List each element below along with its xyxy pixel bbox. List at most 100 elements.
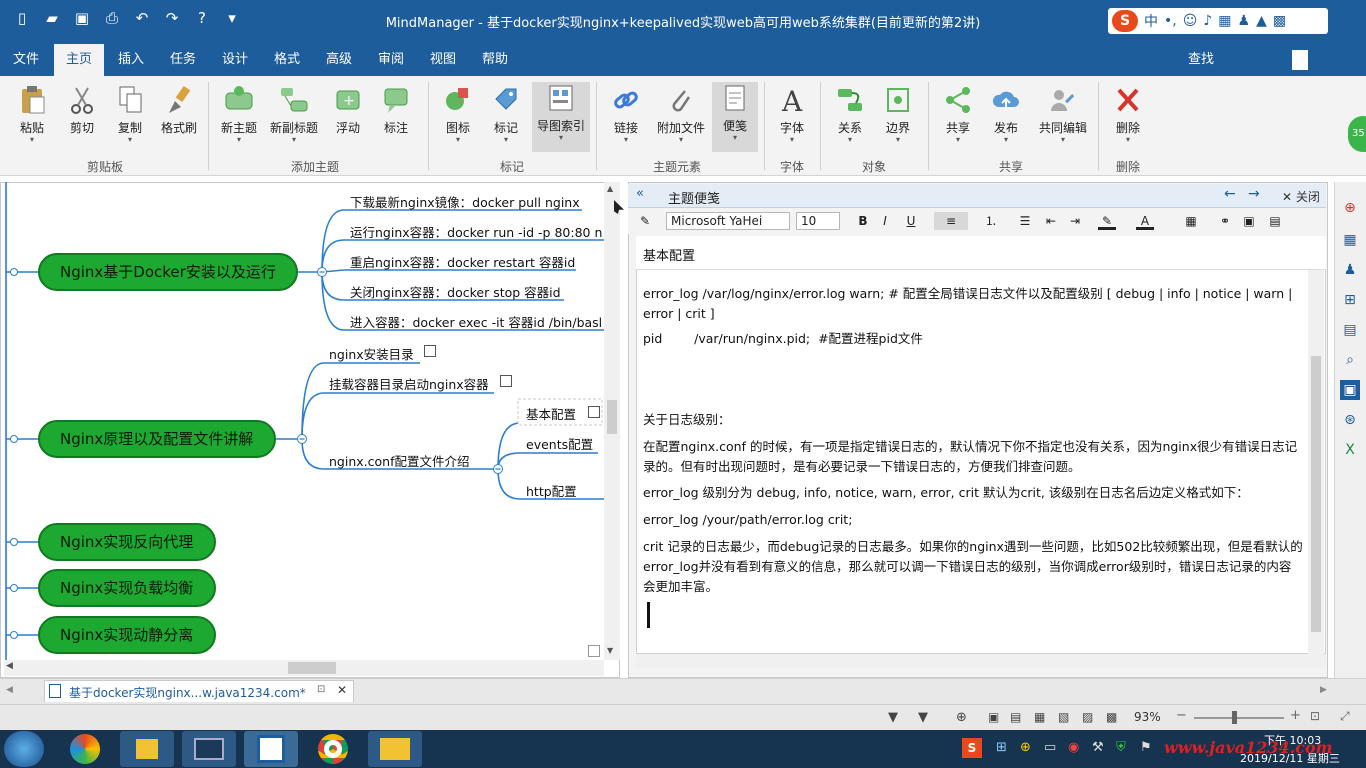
format-painter-button[interactable]: 格式刷 bbox=[156, 84, 202, 144]
table-icon[interactable]: ▦ bbox=[1182, 212, 1200, 230]
copy-button[interactable]: 复制 ▾ bbox=[108, 84, 152, 144]
link-button[interactable]: 链接 ▾ bbox=[604, 84, 648, 144]
search-icon[interactable]: ⌕ bbox=[1340, 350, 1360, 370]
start-button[interactable] bbox=[4, 731, 44, 767]
tray-sogou-icon[interactable]: S bbox=[962, 738, 982, 758]
note-indicator-icon[interactable] bbox=[424, 345, 436, 357]
fit-map-icon[interactable]: ⊡ bbox=[1310, 709, 1320, 723]
attach-file-button[interactable]: 附加文件 ▾ bbox=[652, 84, 710, 144]
floating-topic-button[interactable]: + 浮动 bbox=[328, 84, 368, 144]
subtopic-docker-pull[interactable]: 下载最新nginx镜像：docker pull nginx bbox=[350, 192, 580, 211]
tray-plus-icon[interactable]: ⊕ bbox=[1020, 740, 1031, 755]
topic-load-balance[interactable]: Nginx实现负载均衡 bbox=[38, 569, 216, 607]
ime-toolbar[interactable]: S 中 •, ☺ ♪ ▦ ♟ ▲ ▩ bbox=[1108, 8, 1328, 34]
align-left-icon[interactable]: ≡ bbox=[934, 212, 968, 230]
tab-help[interactable]: 帮助 bbox=[470, 44, 520, 76]
insert-object-icon[interactable]: ▤ bbox=[1266, 212, 1284, 230]
taskbar-app-2[interactable] bbox=[120, 731, 174, 767]
taskbar-chrome[interactable] bbox=[306, 731, 360, 767]
scroll-left-icon[interactable]: ◀ bbox=[6, 661, 13, 671]
taskbar-app-1[interactable] bbox=[58, 731, 112, 767]
boundary-button[interactable]: 边界 ▾ bbox=[876, 84, 920, 144]
font-size-select[interactable]: 10 bbox=[796, 212, 840, 230]
close-notes-button[interactable]: ✕ 关闭 bbox=[1282, 188, 1320, 205]
view-schedule-icon[interactable]: ▦ bbox=[1034, 710, 1045, 724]
library-icon[interactable]: ⊕ bbox=[1340, 198, 1360, 218]
close-tab-icon[interactable]: ✕ bbox=[337, 683, 347, 697]
paste-button[interactable]: 粘贴 ▾ bbox=[10, 84, 54, 144]
view-link-icon[interactable]: ▩ bbox=[1106, 710, 1117, 724]
scroll-thumb[interactable] bbox=[288, 662, 336, 674]
scroll-thumb[interactable] bbox=[607, 400, 617, 434]
new-subtopic-button[interactable]: 新副标题 ▾ bbox=[266, 84, 322, 144]
tab-file[interactable]: 文件 bbox=[0, 44, 52, 76]
highlight-color-icon[interactable]: ✎ bbox=[1098, 212, 1116, 230]
tab-task[interactable]: 任务 bbox=[158, 44, 208, 76]
search-dropdown[interactable] bbox=[1292, 50, 1308, 70]
floating-badge[interactable]: 35 bbox=[1348, 116, 1366, 152]
subtopic-events-config[interactable]: events配置 bbox=[526, 434, 593, 453]
note-indicator-icon[interactable] bbox=[588, 406, 600, 418]
tray-display-icon[interactable]: ▭ bbox=[1044, 740, 1056, 755]
tab-insert[interactable]: 插入 bbox=[106, 44, 156, 76]
user-icon[interactable]: ♟ bbox=[1238, 13, 1251, 29]
zoom-in-icon[interactable]: + bbox=[1290, 708, 1301, 723]
tab-format[interactable]: 格式 bbox=[262, 44, 312, 76]
collapse-panel-icon[interactable]: « bbox=[636, 186, 644, 201]
topic-static-dynamic[interactable]: Nginx实现动静分离 bbox=[38, 616, 216, 654]
tab-pin-icon[interactable]: ⊡ bbox=[317, 684, 325, 695]
map-index-button[interactable]: 导图索引 ▾ bbox=[532, 82, 590, 152]
previous-note-icon[interactable]: ← bbox=[1224, 186, 1236, 202]
publish-button[interactable]: 发布 ▾ bbox=[984, 84, 1028, 144]
map-horizontal-scrollbar[interactable]: ◀ bbox=[4, 660, 604, 676]
skin-icon[interactable]: ▲ bbox=[1256, 13, 1267, 29]
delete-button[interactable]: 删除 ▾ bbox=[1106, 84, 1150, 144]
taskbar-mindmanager[interactable] bbox=[244, 731, 298, 767]
next-note-icon[interactable]: → bbox=[1248, 186, 1260, 202]
callout-button[interactable]: 标注 bbox=[376, 84, 416, 144]
view-tag-icon[interactable]: ▨ bbox=[1082, 710, 1093, 724]
topic-reverse-proxy[interactable]: Nginx实现反向代理 bbox=[38, 523, 216, 561]
filter-icon[interactable]: ▼ bbox=[888, 710, 898, 725]
tab-scroll-left-icon[interactable]: ◀ bbox=[6, 685, 13, 695]
icon-button[interactable]: 图标 ▾ bbox=[436, 84, 480, 144]
tray-security-icon[interactable]: ◉ bbox=[1068, 740, 1079, 755]
notes-horizontal-scrollbar[interactable] bbox=[636, 654, 1326, 668]
emoji-icon[interactable]: ☺ bbox=[1183, 13, 1198, 29]
subtopic-docker-run[interactable]: 运行nginx容器：docker run -id -p 80:80 n bbox=[350, 222, 604, 241]
zoom-slider-track[interactable] bbox=[1194, 717, 1284, 719]
overview-pane-icon[interactable]: ▣ bbox=[1340, 380, 1360, 400]
search-label[interactable]: 查找 bbox=[1188, 44, 1214, 76]
cut-button[interactable]: 剪切 bbox=[60, 84, 104, 144]
italic-icon[interactable]: I bbox=[876, 212, 894, 230]
ime-mode[interactable]: 中 bbox=[1144, 11, 1158, 31]
tray-tools-icon[interactable]: ⚒ bbox=[1092, 740, 1104, 755]
document-tab[interactable]: 基于docker实现nginx...w.java1234.com* ⊡ ✕ bbox=[44, 680, 354, 702]
view-gantt-icon[interactable]: ▧ bbox=[1058, 710, 1069, 724]
clear-format-icon[interactable]: ✎ bbox=[636, 212, 654, 230]
underline-icon[interactable]: U bbox=[902, 212, 920, 230]
filter-options-icon[interactable]: ▼ bbox=[918, 710, 928, 725]
numbered-list-icon[interactable]: ⒈ bbox=[982, 212, 1000, 230]
clock-date[interactable]: 2019/12/11 星期三 bbox=[1240, 750, 1340, 766]
bold-icon[interactable]: B bbox=[854, 212, 872, 230]
calendar-icon[interactable]: ▦ bbox=[1340, 230, 1360, 250]
punctuation-icon[interactable]: •, bbox=[1164, 13, 1177, 29]
subtopic-docker-exec[interactable]: 进入容器：docker exec -it 容器id /bin/basl bbox=[350, 312, 604, 331]
decrease-indent-icon[interactable]: ⇤ bbox=[1042, 212, 1060, 230]
topic-nginx-docker[interactable]: Nginx基于Docker安装以及运行 bbox=[38, 253, 298, 291]
font-button[interactable]: A 字体 ▾ bbox=[770, 84, 814, 144]
map-vertical-scrollbar[interactable]: ▲ ▼ bbox=[604, 182, 620, 660]
subtopic-install-dir[interactable]: nginx安装目录 bbox=[329, 344, 414, 363]
zoom-out-icon[interactable]: − bbox=[1176, 708, 1187, 723]
subtopic-nginx-conf[interactable]: nginx.conf配置文件介绍 bbox=[329, 451, 469, 470]
subtopic-http-config[interactable]: http配置 bbox=[526, 481, 577, 500]
browser-icon[interactable]: ⊛ bbox=[1340, 410, 1360, 430]
zoom-slider-thumb[interactable] bbox=[1232, 711, 1237, 724]
note-indicator-icon[interactable] bbox=[500, 375, 512, 387]
tray-flag-icon[interactable]: ⚑ bbox=[1140, 740, 1152, 755]
co-edit-button[interactable]: 共同编辑 ▾ bbox=[1034, 84, 1092, 144]
tab-review[interactable]: 审阅 bbox=[366, 44, 416, 76]
tools-icon[interactable]: ▩ bbox=[1273, 13, 1286, 29]
tab-view[interactable]: 视图 bbox=[418, 44, 468, 76]
